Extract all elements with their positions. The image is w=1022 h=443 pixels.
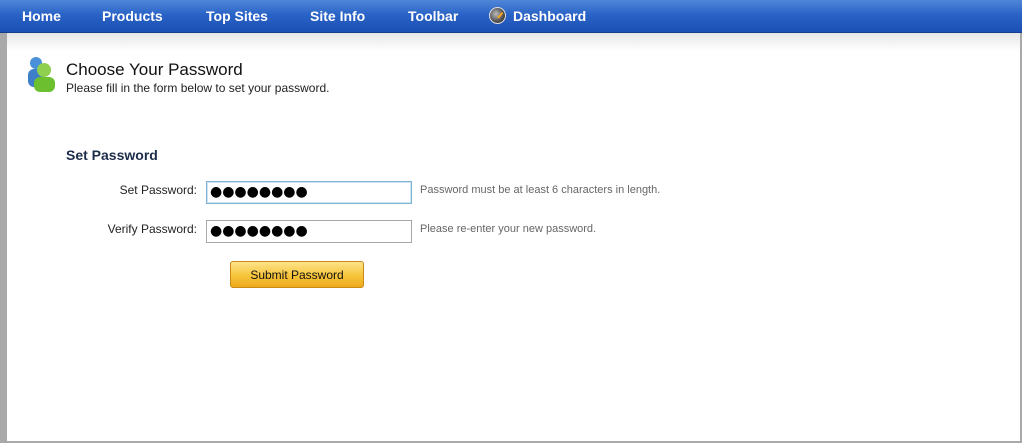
nav-item-dashboard[interactable]: Dashboard bbox=[513, 8, 586, 24]
set-password-hint: Password must be at least 6 characters i… bbox=[420, 184, 661, 196]
dashboard-gauge-icon[interactable] bbox=[489, 7, 506, 24]
verify-password-hint: Please re-enter your new password. bbox=[420, 223, 597, 235]
nav-item-home[interactable]: Home bbox=[22, 8, 61, 24]
submit-password-button[interactable]: Submit Password bbox=[230, 261, 364, 288]
set-password-input[interactable]: ●●●●●●●● bbox=[206, 181, 412, 204]
nav-item-site-info[interactable]: Site Info bbox=[310, 8, 365, 24]
set-password-label: Set Password: bbox=[119, 183, 197, 197]
top-nav-bar: Home Products Top Sites Site Info Toolba… bbox=[0, 0, 1022, 33]
verify-password-input[interactable]: ●●●●●●●● bbox=[206, 220, 412, 243]
page-title: Choose Your Password bbox=[66, 60, 243, 79]
section-title: Set Password bbox=[66, 147, 158, 163]
nav-item-products[interactable]: Products bbox=[102, 8, 163, 24]
verify-password-label: Verify Password: bbox=[107, 222, 197, 236]
page-subtitle: Please fill in the form below to set you… bbox=[66, 81, 330, 95]
nav-item-toolbar[interactable]: Toolbar bbox=[408, 8, 458, 24]
nav-item-top-sites[interactable]: Top Sites bbox=[206, 8, 268, 24]
nav-shadow bbox=[7, 33, 1020, 51]
users-icon bbox=[28, 57, 55, 92]
